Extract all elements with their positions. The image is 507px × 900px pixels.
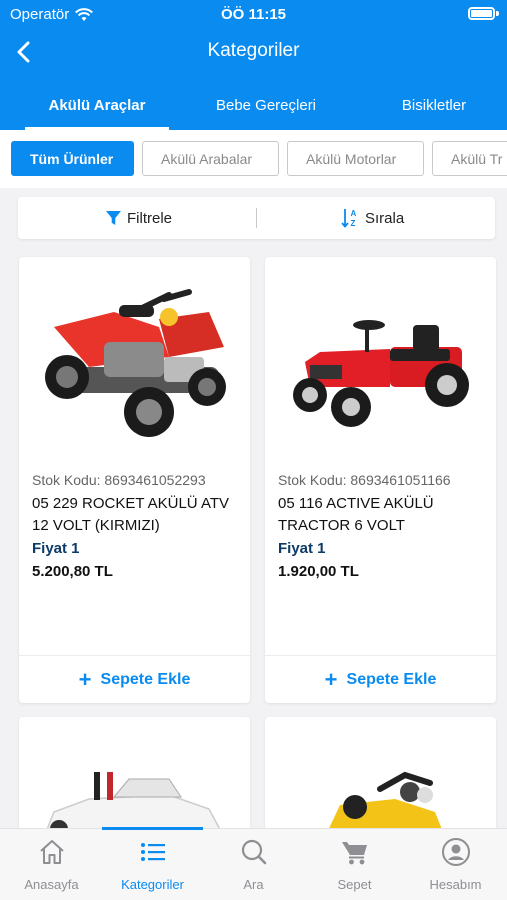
tab-label: Ara bbox=[243, 877, 264, 892]
status-time: ÖÖ 11:15 bbox=[220, 6, 287, 23]
tab-label: Kategoriler bbox=[121, 877, 184, 892]
filter-label: Filtrele bbox=[127, 209, 173, 227]
product-card[interactable]: Stok Kodu: 8693461052293 05 229 ROCKET A… bbox=[19, 257, 250, 703]
add-to-cart-label: Sepete Ekle bbox=[100, 670, 191, 688]
chip-akulu-traktor[interactable]: Akülü Tr bbox=[432, 141, 507, 176]
product-sku: Stok Kodu: 8693461052293 bbox=[32, 472, 206, 488]
product-name[interactable]: 05 116 ACTIVE AKÜLÜ TRACTOR 6 VOLT bbox=[278, 493, 483, 537]
sort-button[interactable]: A Z Sırala bbox=[341, 197, 404, 239]
atv-product-image bbox=[45, 289, 226, 437]
tab-hesabim[interactable]: Hesabım bbox=[405, 829, 506, 900]
filter-sort-bar: Filtrele A Z Sırala bbox=[18, 197, 495, 239]
tab-bebe-girecleri[interactable]: Bebe Gereçleri bbox=[200, 80, 332, 130]
product-sku: Stok Kodu: 8693461051166 bbox=[278, 472, 451, 488]
add-to-cart-button[interactable]: + Sepete Ekle bbox=[265, 656, 496, 703]
sort-label: Sırala bbox=[365, 209, 405, 227]
chip-akulu-arabalar[interactable]: Akülü Arabalar bbox=[142, 141, 279, 176]
price-label: Fiyat 1 bbox=[32, 540, 80, 557]
bottom-tab-bar: Anasayfa Kategoriler Ara Sepet Hesabım bbox=[0, 827, 507, 900]
tab-ara[interactable]: Ara bbox=[203, 829, 304, 900]
chip-tum-urunler[interactable]: Tüm Ürünler bbox=[11, 141, 134, 176]
product-card[interactable] bbox=[19, 717, 250, 837]
filter-button[interactable]: Filtrele bbox=[106, 197, 172, 239]
app-header: Operatör ÖÖ 11:15 Kategoriler Akülü Araç… bbox=[0, 0, 507, 130]
status-bar: Operatör ÖÖ 11:15 bbox=[0, 0, 507, 28]
tab-label: Hesabım bbox=[429, 877, 482, 892]
sort-az-icon: A Z bbox=[341, 209, 357, 228]
add-to-cart-label: Sepete Ekle bbox=[346, 670, 437, 688]
category-tabs: Akülü Araçlar Bebe Gereçleri Bisikletler bbox=[0, 80, 507, 130]
list-icon bbox=[141, 843, 165, 861]
tab-label: Sepet bbox=[337, 877, 372, 892]
tab-sepet[interactable]: Sepet bbox=[304, 829, 405, 900]
funnel-icon bbox=[106, 211, 121, 225]
cart-icon bbox=[342, 842, 367, 865]
car-product-image bbox=[43, 772, 225, 837]
product-price: 1.920,00 TL bbox=[278, 563, 359, 580]
page-title: Kategoriler bbox=[207, 40, 300, 61]
home-icon bbox=[40, 840, 64, 864]
subcategory-chips: Tüm Ürünler Akülü Arabalar Akülü Motorla… bbox=[0, 130, 507, 188]
tab-kategoriler[interactable]: Kategoriler bbox=[102, 829, 203, 900]
account-icon bbox=[442, 838, 470, 866]
price-label: Fiyat 1 bbox=[278, 540, 326, 557]
tab-label: Anasayfa bbox=[24, 877, 79, 892]
tab-bisikletler[interactable]: Bisikletler bbox=[388, 80, 480, 130]
nav-bar: Kategoriler bbox=[0, 30, 507, 74]
svg-text:A: A bbox=[351, 209, 357, 218]
product-card[interactable]: Stok Kodu: 8693461051166 05 116 ACTIVE A… bbox=[265, 257, 496, 703]
product-name[interactable]: 05 229 ROCKET AKÜLÜ ATV 12 VOLT (KIRMIZI… bbox=[32, 493, 237, 537]
motorcycle-product-image bbox=[325, 771, 445, 837]
product-card[interactable] bbox=[265, 717, 496, 837]
add-to-cart-button[interactable]: + Sepete Ekle bbox=[19, 656, 250, 703]
battery-icon bbox=[468, 7, 495, 20]
product-price: 5.200,80 TL bbox=[32, 563, 113, 580]
tab-anasayfa[interactable]: Anasayfa bbox=[1, 829, 102, 900]
filter-divider bbox=[256, 208, 257, 228]
plus-icon: + bbox=[78, 666, 92, 692]
chip-akulu-motorlar[interactable]: Akülü Motorlar bbox=[287, 141, 424, 176]
tractor-product-image bbox=[293, 320, 469, 427]
search-icon bbox=[241, 839, 267, 865]
plus-icon: + bbox=[324, 666, 338, 692]
battery-tip bbox=[496, 11, 499, 16]
svg-text:Z: Z bbox=[351, 219, 356, 228]
tab-akulu-araclar[interactable]: Akülü Araçlar bbox=[25, 80, 169, 130]
